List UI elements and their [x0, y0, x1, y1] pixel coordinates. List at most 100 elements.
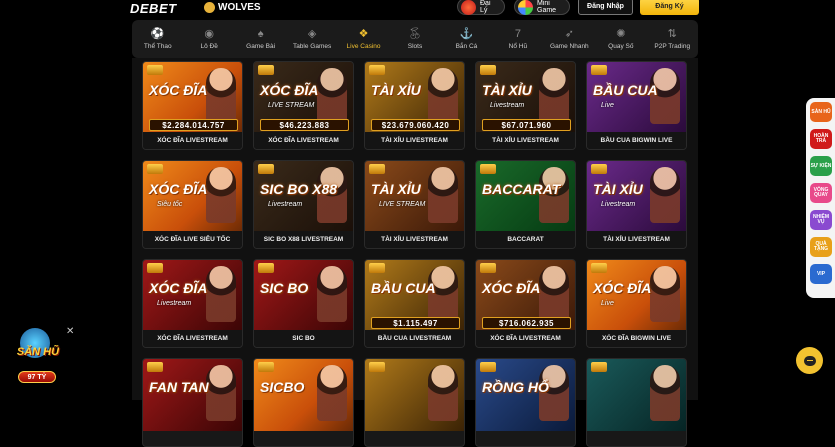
side-item-4[interactable]: NHIỆM VỤ [810, 210, 832, 230]
jackpot-amount: $1.115.497 [371, 317, 460, 329]
nav-item-sports[interactable]: ⚽ Thể Thao [132, 20, 183, 58]
side-item-2[interactable]: SỰ KIỆN [810, 156, 832, 176]
game-card[interactable]: SIC BO X88 Livestream SIC BO X88 LIVESTREA… [253, 160, 354, 249]
fish-icon: ⚓ [459, 28, 474, 40]
dealer-image [650, 167, 680, 223]
agent-button[interactable]: Đại Lý [457, 0, 505, 15]
game-card[interactable]: TÀI XỈU Livestream TÀI XỈU LIVESTREAM [586, 160, 687, 249]
game-card[interactable]: TÀI XỈU Livestream $67.071.960 TÀI XỈU LIVE… [475, 61, 576, 150]
game-card[interactable]: XÓC ĐĨA Live XÓC ĐĨA BIGWIN LIVE [586, 259, 687, 348]
game-artwork-title: TÀI XỈU [371, 181, 421, 197]
dealer-image [317, 266, 347, 322]
nav-item-jackpot[interactable]: 7 Nổ Hũ [492, 20, 543, 58]
nav-item-lucky-draw[interactable]: ✺ Quay Số [595, 20, 646, 58]
nav-item-label: Live Casino [346, 43, 381, 50]
game-card[interactable]: BACCARAT BACCARAT [475, 160, 576, 249]
side-item-1[interactable]: HOÀN TRẢ [810, 129, 832, 149]
nav-item-table-games[interactable]: ◈ Table Games [286, 20, 337, 58]
game-thumbnail: XÓC ĐĨA Live [587, 260, 686, 332]
provider-badge-icon [591, 65, 607, 75]
game-card[interactable]: BẦU CUA $1.115.497 BẦU CUA LIVESTREAM [364, 259, 465, 348]
game-name: XÓC ĐĨA LIVE SIÊU TỐC [143, 231, 242, 248]
side-item-5[interactable]: QUÀ TẶNG [810, 237, 832, 257]
game-name: XÓC ĐĨA LIVESTREAM [476, 330, 575, 347]
seven-icon: 7 [514, 28, 521, 40]
game-card[interactable]: XÓC ĐĨA LIVE STREAM $46.223.883 XÓC ĐĨA LIV… [253, 61, 354, 150]
provider-badge-icon [258, 65, 274, 75]
chat-support-button[interactable] [796, 347, 823, 374]
nav-item-label: Lô Đề [200, 43, 218, 50]
side-item-label: VIP [816, 270, 826, 277]
game-card[interactable]: SIC BO SIC BO [253, 259, 354, 348]
side-item-0[interactable]: SÀN HŨ [810, 102, 832, 122]
game-thumbnail: XÓC ĐĨA $716.062.935 [476, 260, 575, 332]
game-thumbnail: XÓC ĐĨA Livestream [143, 260, 242, 332]
dealer-image [206, 365, 236, 421]
game-card[interactable]: XÓC ĐĨA $2.284.014.757 XÓC ĐĨA LIVESTREAM [142, 61, 243, 150]
dealer-image [317, 365, 347, 421]
dealer-image [317, 68, 347, 124]
game-card[interactable]: XÓC ĐĨA Siêu tốc XÓC ĐĨA LIVE SIÊU TỐC [142, 160, 243, 249]
close-icon[interactable]: ✕ [66, 326, 74, 337]
game-card[interactable]: TÀI XỈU $23.679.060.420 TÀI XỈU LIVESTREAM [364, 61, 465, 150]
top-header: DEBET WOLVES Đại Lý Mini Game Đăng Nhập … [0, 0, 835, 16]
register-button[interactable]: Đăng Ký [640, 0, 699, 15]
game-card[interactable]: FAN TAN [142, 358, 243, 447]
nav-item-lottery[interactable]: ◉ Lô Đề [183, 20, 234, 58]
game-name: XÓC ĐĨA LIVESTREAM [254, 132, 353, 149]
jackpot-promo-badge[interactable]: SĂN HŨ 97 TỶ ✕ [8, 326, 74, 386]
side-item-label: SÀN HŨ [811, 108, 831, 115]
game-artwork-title: TÀI XỈU [482, 82, 532, 98]
game-artwork-title: XÓC ĐĨA [149, 181, 208, 197]
wolves-logo-text: WOLVES [218, 2, 261, 13]
game-artwork-subtitle: Live [601, 102, 614, 109]
side-item-3[interactable]: VÒNG QUAY [810, 183, 832, 203]
jackpot-amount: $716.062.935 [482, 317, 571, 329]
game-artwork-subtitle: Livestream [490, 102, 525, 109]
game-name: TÀI XỈU LIVESTREAM [587, 231, 686, 248]
nav-item-label: Bắn Cá [455, 43, 478, 50]
game-artwork-subtitle: LIVE STREAM [268, 102, 315, 109]
provider-badge-icon [147, 362, 163, 372]
game-card[interactable]: TÀI XỈU LIVE STREAM TÀI XỈU LIVESTREAM [364, 160, 465, 249]
nav-item-label: Game Bài [246, 43, 276, 50]
provider-badge-icon [147, 263, 163, 273]
login-button[interactable]: Đăng Nhập [578, 0, 633, 15]
nav-item-slots[interactable]: 🍒︎ Slots [389, 20, 440, 58]
game-card[interactable]: BẦU CUA Live BẦU CUA BIGWIN LIVE [586, 61, 687, 150]
game-name: XÓC ĐĨA LIVESTREAM [143, 132, 242, 149]
game-thumbnail: TÀI XỈU $23.679.060.420 [365, 62, 464, 134]
mini-game-button[interactable]: Mini Game [514, 0, 570, 15]
wheel-icon: ✺ [616, 28, 626, 40]
side-item-label: VÒNG QUAY [813, 187, 829, 198]
live-casino-icon: ❖ [358, 28, 369, 40]
debet-logo[interactable]: DEBET [130, 1, 177, 16]
game-card[interactable]: SICBO [253, 358, 354, 447]
nav-item-label: Quay Số [608, 43, 634, 50]
game-thumbnail: TÀI XỈU LIVE STREAM [365, 161, 464, 233]
nav-item-fast-games[interactable]: ➶ Game Nhanh [544, 20, 595, 58]
game-card[interactable] [364, 358, 465, 447]
side-promo-bar: SÀN HŨ HOÀN TRẢ SỰ KIỆN VÒNG QUAY NHIỆM … [806, 98, 835, 298]
nav-item-p2p-trading[interactable]: ⇅ P2P Trading [647, 20, 698, 58]
game-card[interactable]: XÓC ĐĨA $716.062.935 XÓC ĐĨA LIVESTREAM [475, 259, 576, 348]
dealer-image [428, 365, 458, 421]
provider-badge-icon [369, 65, 385, 75]
jackpot-amount: $67.071.960 [482, 119, 571, 131]
nav-item-card-games[interactable]: ♠ Game Bài [235, 20, 286, 58]
trading-icon: ⇅ [667, 28, 677, 40]
game-card[interactable]: XÓC ĐĨA Livestream XÓC ĐĨA LIVESTREAM [142, 259, 243, 348]
game-card[interactable]: RỒNG HỔ [475, 358, 576, 447]
game-card[interactable] [586, 358, 687, 447]
promo-amount: 97 TỶ [18, 371, 56, 383]
nav-item-live-casino[interactable]: ❖ Live Casino [338, 20, 389, 58]
poker-chip-icon: ◈ [307, 28, 317, 40]
game-artwork-subtitle: Livestream [601, 201, 636, 208]
game-artwork-subtitle: Livestream [268, 201, 303, 208]
provider-badge-icon [480, 164, 496, 174]
nav-item-fishing[interactable]: ⚓ Bắn Cá [441, 20, 492, 58]
dealer-image [428, 68, 458, 124]
side-item-6[interactable]: VIP [810, 264, 832, 284]
agent-icon [461, 0, 476, 15]
jackpot-amount: $23.679.060.420 [371, 119, 460, 131]
